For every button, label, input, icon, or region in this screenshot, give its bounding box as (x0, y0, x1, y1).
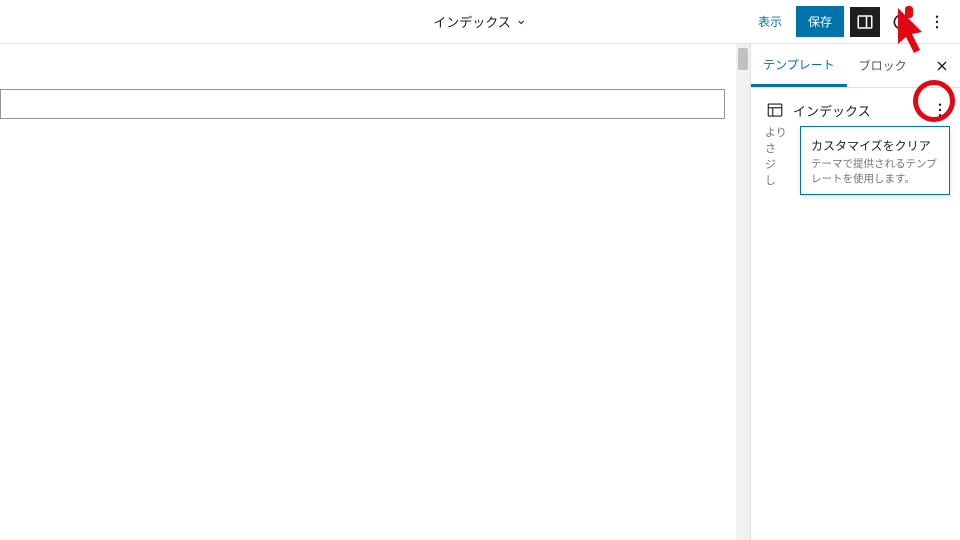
popover-action-desc: テーマで提供されるテンプレートを使用します。 (811, 157, 939, 186)
scrollbar-thumb[interactable] (738, 48, 748, 70)
styles-button[interactable] (886, 7, 916, 37)
popover-action-clear[interactable]: カスタマイズをクリア (811, 137, 939, 154)
settings-sidebar: テンプレート ブロック インデックス より さ ジ し カスタマイズをクリア テ… (750, 44, 960, 540)
document-title-text: インデックス (433, 12, 511, 31)
sidebar-toggle-button[interactable] (850, 7, 880, 37)
scrollbar-track[interactable] (736, 44, 750, 540)
template-actions-popover: カスタマイズをクリア テーマで提供されるテンプレートを使用します。 (800, 126, 950, 195)
template-name: インデックス (793, 101, 871, 120)
tab-template[interactable]: テンプレート (751, 44, 847, 87)
view-button[interactable]: 表示 (750, 7, 790, 36)
tab-block[interactable]: ブロック (847, 44, 919, 87)
template-actions-button[interactable] (928, 98, 952, 122)
more-options-button[interactable] (922, 7, 952, 37)
save-button[interactable]: 保存 (796, 6, 844, 37)
selected-block-outline[interactable] (0, 89, 725, 119)
layout-icon (765, 100, 785, 120)
top-toolbar: インデックス 表示 保存 (0, 0, 960, 44)
chevron-down-icon (515, 16, 527, 28)
close-sidebar-button[interactable] (924, 58, 960, 74)
document-title[interactable]: インデックス (433, 12, 527, 31)
editor-canvas[interactable] (0, 44, 750, 540)
